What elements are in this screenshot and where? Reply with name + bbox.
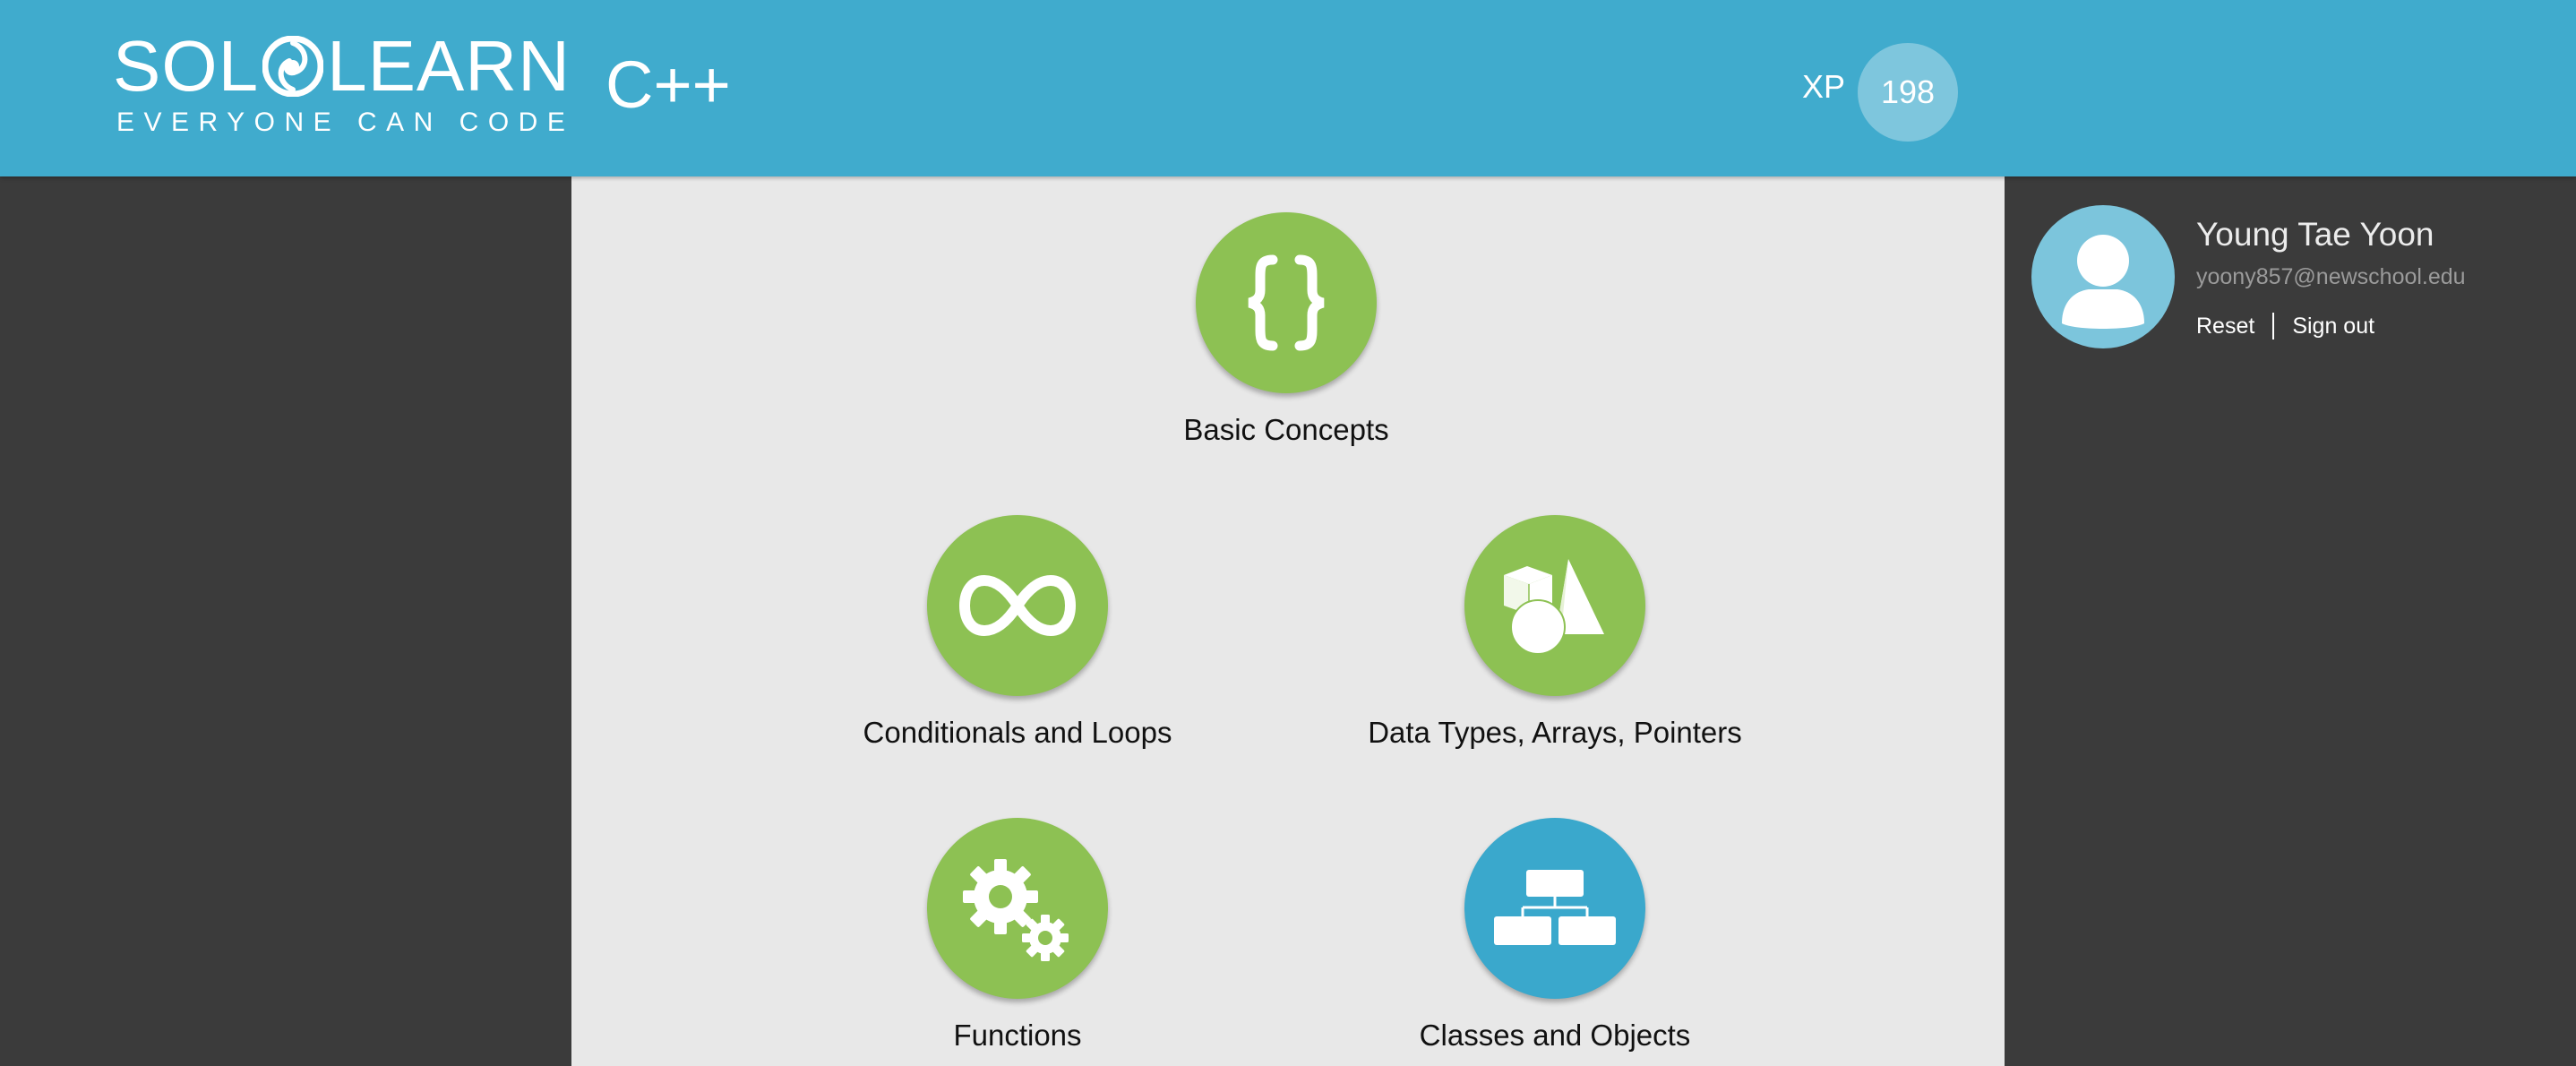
module-functions-label[interactable]: Functions [749, 1013, 1286, 1058]
hierarchy-icon [1494, 870, 1616, 945]
sololearn-logo[interactable]: SOL LEARN EVERYONE CAN CODE [113, 30, 570, 138]
user-profile-panel: Young Tae Yoon yoony857@newschool.edu Re… [2005, 176, 2576, 1066]
module-basic-concepts-button[interactable] [1196, 212, 1377, 393]
infinity-icon [959, 574, 1076, 637]
user-email: yoony857@newschool.edu [2196, 264, 2466, 289]
profile-actions: Reset Sign out [2196, 313, 2374, 340]
module-data-types-button[interactable] [1464, 515, 1645, 696]
logo-tagline: EVERYONE CAN CODE [116, 107, 575, 137]
logo-word-right: LEARN [327, 26, 571, 106]
module-classes-objects-label[interactable]: Classes and Objects [1286, 1013, 1824, 1058]
sign-out-link[interactable]: Sign out [2292, 314, 2374, 340]
curly-braces-icon [1248, 254, 1325, 351]
module-conditionals-loops[interactable]: Conditionals and Loops [749, 515, 1286, 755]
user-avatar-icon[interactable] [2031, 205, 2175, 348]
module-basic-concepts-label[interactable]: Basic Concepts [1018, 408, 1555, 452]
module-conditionals-loops-label[interactable]: Conditionals and Loops [749, 710, 1286, 755]
module-data-types[interactable]: Data Types, Arrays, Pointers [1286, 515, 1824, 755]
avatar-silhouette [2062, 235, 2144, 329]
xp-badge: 198 [1858, 43, 1958, 142]
course-title: C++ [605, 47, 731, 122]
xp-value: 198 [1880, 73, 1936, 110]
shapes-icon [1504, 559, 1604, 655]
reset-link[interactable]: Reset [2196, 314, 2254, 340]
module-conditionals-loops-button[interactable] [927, 515, 1108, 696]
module-classes-objects[interactable]: Classes and Objects [1286, 818, 1824, 1058]
logo-swirl-icon [262, 36, 324, 97]
user-name: Young Tae Yoon [2196, 216, 2434, 253]
gears-icon [963, 859, 1069, 961]
logo-word-left: SOL [113, 26, 260, 106]
logo-wordmark: SOL LEARN [113, 30, 571, 102]
top-header: SOL LEARN EVERYONE CAN CODE C++ XP 198 [0, 0, 2576, 176]
module-basic-concepts[interactable]: Basic Concepts [1018, 212, 1555, 452]
course-modules-panel: Basic Concepts Conditionals and Loops Da… [571, 176, 2005, 1066]
module-data-types-label[interactable]: Data Types, Arrays, Pointers [1286, 710, 1824, 755]
links-divider [2272, 313, 2275, 340]
module-classes-objects-button[interactable] [1464, 818, 1645, 999]
xp-label: XP [1802, 68, 1846, 105]
module-functions-button[interactable] [927, 818, 1108, 999]
module-functions[interactable]: Functions [749, 818, 1286, 1058]
